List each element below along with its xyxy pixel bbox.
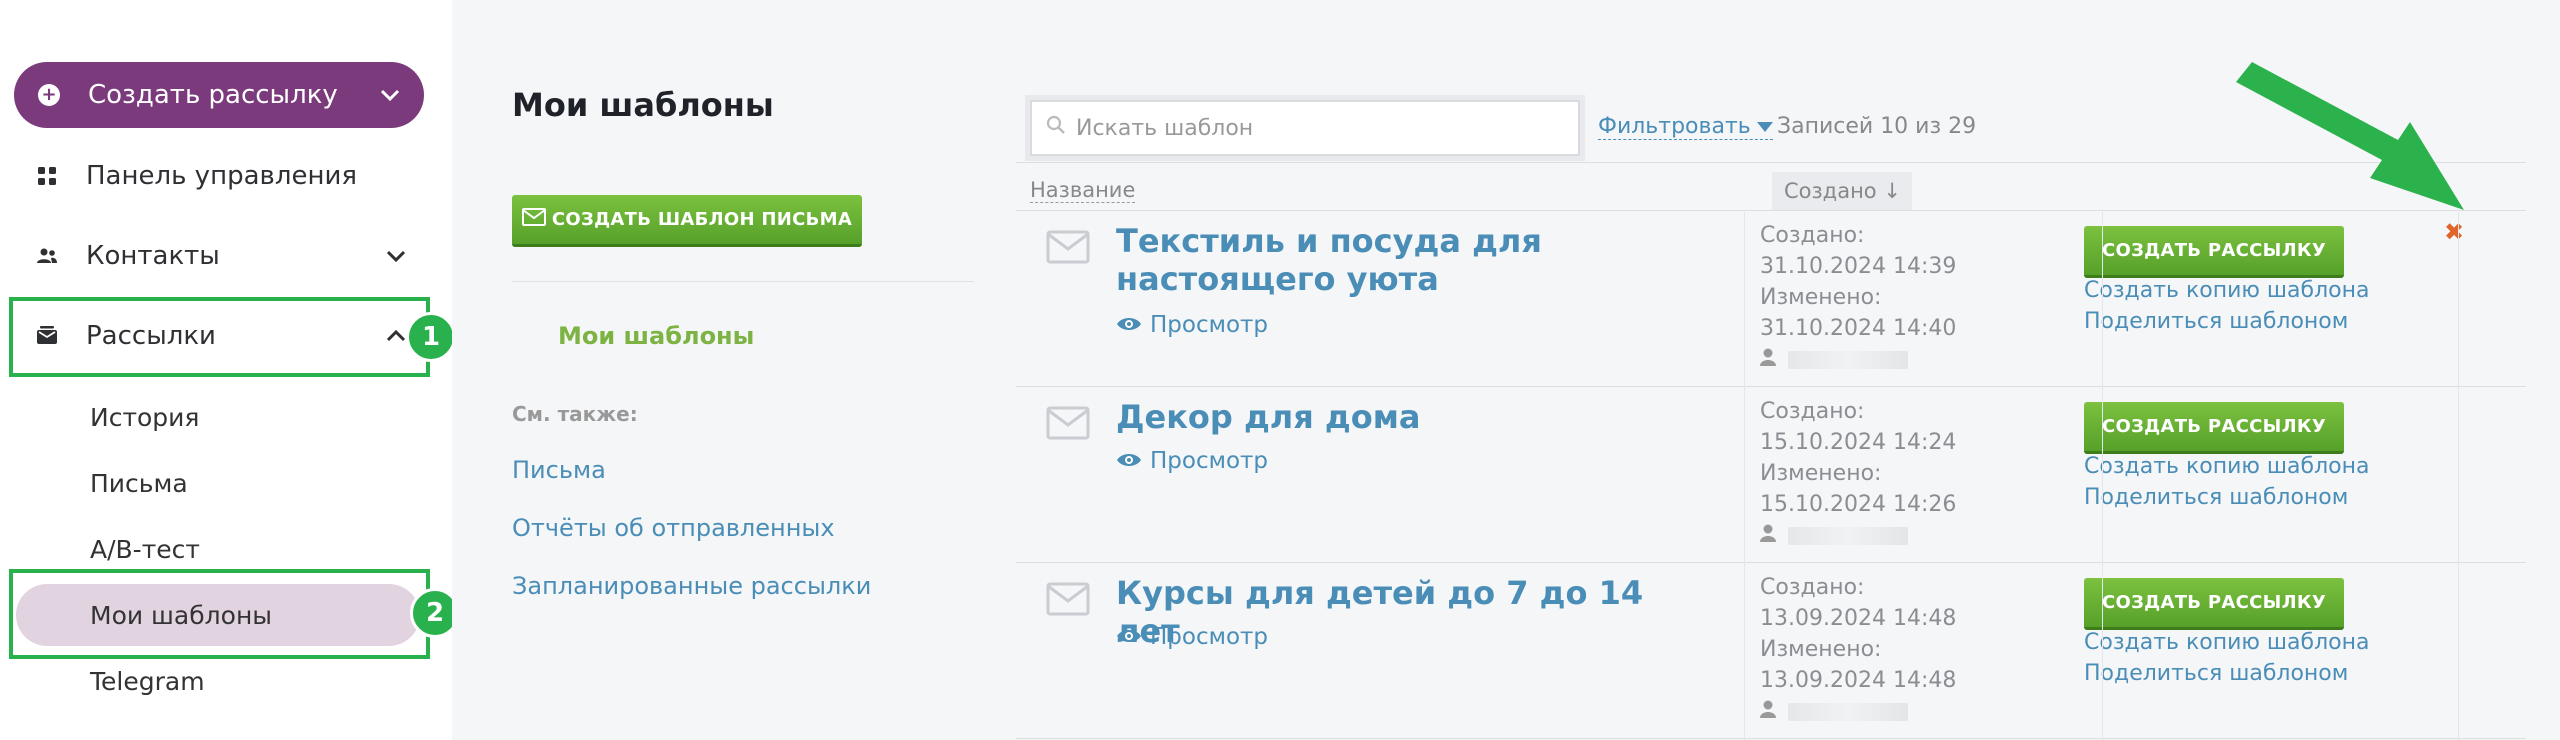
create-mailing-row-button[interactable]: Создать рассылку (2084, 402, 2344, 454)
share-template-link[interactable]: Поделиться шаблоном (2084, 485, 2348, 510)
sidebar: + Создать рассылку Панель управления Кон… (0, 0, 460, 740)
share-template-link[interactable]: Поделиться шаблоном (2084, 661, 2348, 686)
template-meta: Создано: 13.09.2024 14:48 Изменено: 13.0… (1760, 572, 1956, 727)
sidebar-subitem-history[interactable]: История (90, 392, 199, 442)
preview-link[interactable]: Просмотр (1116, 448, 1268, 474)
created-date: 15.10.2024 14:24 (1760, 430, 1957, 455)
copy-template-link[interactable]: Создать копию шаблона (2084, 454, 2370, 479)
chevron-down-icon[interactable] (380, 89, 400, 101)
owner-name-blurred (1788, 702, 1908, 721)
table-row: Декор для дома Просмотр Создано: 15.10.2… (1016, 388, 2526, 562)
divider (1016, 738, 2526, 739)
highlight-box-my-templates (9, 569, 430, 659)
column-separator (2102, 212, 2103, 740)
sidebar-item-dashboard[interactable]: Панель управления (36, 146, 406, 206)
user-icon (1760, 344, 1776, 375)
owner-name-blurred (1788, 350, 1908, 369)
template-meta: Создано: 31.10.2024 14:39 Изменено: 31.1… (1760, 220, 1956, 375)
modified-date: 13.09.2024 14:48 (1760, 668, 1957, 693)
create-mailing-button[interactable]: + Создать рассылку (14, 62, 424, 128)
modified-label: Изменено: (1760, 637, 1882, 662)
grid-icon (36, 165, 58, 187)
link-scheduled-mailings[interactable]: Запланированные рассылки (512, 572, 871, 600)
eye-icon (1116, 448, 1142, 474)
owner (1760, 520, 1956, 551)
create-mailing-row-button[interactable]: Создать рассылку (2084, 226, 2344, 278)
create-template-label: Создать шаблон письма (551, 209, 853, 230)
sidebar-item-label: Панель управления (86, 161, 357, 191)
column-header-name[interactable]: Название (1030, 178, 1136, 203)
filter-dropdown[interactable]: Фильтровать (1598, 114, 1773, 140)
step-badge-1: 1 (406, 312, 456, 362)
created-label: Создано: (1760, 223, 1865, 248)
sidebar-item-contacts[interactable]: Контакты (36, 226, 406, 286)
template-title[interactable]: Декор для дома (1116, 398, 1706, 436)
share-template-link[interactable]: Поделиться шаблоном (2084, 309, 2348, 334)
preview-label: Просмотр (1150, 624, 1269, 650)
chevron-down-icon[interactable] (386, 250, 406, 262)
search-placeholder: Искать шаблон (1076, 115, 1254, 141)
my-templates-link[interactable]: Мои шаблоны (558, 322, 754, 350)
annotation-arrow-icon (2236, 62, 2464, 210)
template-title[interactable]: Текстиль и посуда для настоящего уюта (1116, 222, 1706, 299)
column-header-created[interactable]: Создано ↓ (1772, 172, 1912, 210)
table-row: Текстиль и посуда для настоящего уюта Пр… (1016, 212, 2526, 386)
user-icon (1760, 520, 1776, 551)
owner (1760, 344, 1956, 375)
preview-link[interactable]: Просмотр (1116, 312, 1268, 338)
modified-label: Изменено: (1760, 285, 1882, 310)
eye-icon (1116, 312, 1142, 338)
see-also-heading: См. также: (512, 402, 638, 426)
page-title: Мои шаблоны (512, 86, 774, 124)
column-separator (2458, 212, 2459, 740)
sidebar-subitem-letters[interactable]: Письма (90, 458, 188, 508)
envelope-icon (1046, 230, 1090, 268)
caret-down-icon (1756, 121, 1773, 132)
modified-date: 15.10.2024 14:26 (1760, 492, 1957, 517)
plus-icon: + (38, 84, 60, 106)
table-row: Курсы для детей до 7 до 14 лет Просмотр … (1016, 564, 2526, 740)
column-separator (1744, 212, 1745, 740)
divider (1016, 562, 2526, 563)
divider (512, 281, 974, 282)
preview-label: Просмотр (1150, 312, 1269, 338)
template-meta: Создано: 15.10.2024 14:24 Изменено: 15.1… (1760, 396, 1956, 551)
create-mailing-label: Создать рассылку (88, 80, 338, 110)
modified-label: Изменено: (1760, 461, 1882, 486)
user-icon (1760, 696, 1776, 727)
search-icon (1046, 115, 1066, 141)
main-content: Мои шаблоны Создать шаблон письма Мои ша… (452, 0, 2560, 740)
eye-icon (1116, 624, 1142, 650)
copy-template-link[interactable]: Создать копию шаблона (2084, 630, 2370, 655)
modified-date: 31.10.2024 14:40 (1760, 316, 1957, 341)
records-count: Записей 10 из 29 (1777, 114, 1977, 139)
sidebar-item-label: Контакты (86, 241, 220, 271)
copy-template-link[interactable]: Создать копию шаблона (2084, 278, 2370, 303)
create-mailing-row-button[interactable]: Создать рассылку (2084, 578, 2344, 630)
create-template-button[interactable]: Создать шаблон письма (512, 195, 862, 247)
highlight-box-mailings (9, 297, 430, 377)
contacts-icon (36, 245, 58, 267)
created-label: Создано: (1760, 575, 1865, 600)
envelope-icon (1046, 406, 1090, 444)
created-date: 31.10.2024 14:39 (1760, 254, 1957, 279)
sidebar-subitem-telegram[interactable]: Telegram (90, 656, 205, 706)
owner (1760, 696, 1956, 727)
created-date: 13.09.2024 14:48 (1760, 606, 1957, 631)
link-sent-reports[interactable]: Отчёты об отправленных (512, 514, 835, 542)
divider (1016, 386, 2526, 387)
envelope-icon (1046, 582, 1090, 620)
sidebar-subitem-ab-test[interactable]: A/B-тест (90, 524, 200, 574)
preview-link[interactable]: Просмотр (1116, 624, 1268, 650)
search-input[interactable]: Искать шаблон (1030, 100, 1580, 156)
preview-label: Просмотр (1150, 448, 1269, 474)
filter-label: Фильтровать (1598, 114, 1751, 139)
link-letters[interactable]: Письма (512, 456, 606, 484)
envelope-icon (521, 208, 546, 231)
owner-name-blurred (1788, 526, 1908, 545)
created-label: Создано: (1760, 399, 1865, 424)
